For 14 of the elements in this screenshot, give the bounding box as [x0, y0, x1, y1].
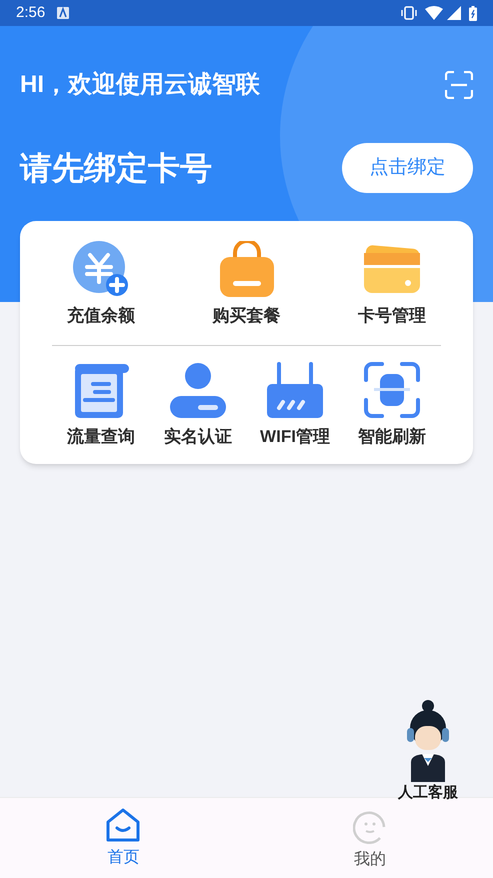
menu-item[interactable]: 智能刷新	[358, 424, 426, 449]
status-time: 2:56	[16, 2, 46, 23]
support-label[interactable]: 人工客服	[398, 782, 458, 804]
menu-item[interactable]: WIFI管理	[260, 424, 330, 449]
menu-item[interactable]: 流量查询	[67, 424, 135, 449]
nav-tab[interactable]: 首页	[107, 846, 140, 870]
menu-item[interactable]: 实名认证	[164, 424, 232, 449]
menu-item[interactable]: 卡号管理	[358, 303, 426, 328]
bind-button[interactable]: 点击绑定	[342, 143, 473, 193]
menu-item[interactable]: 购买套餐	[212, 303, 280, 328]
nav-tab[interactable]: 我的	[354, 848, 386, 872]
bind-prompt: 请先绑定卡号	[20, 149, 212, 188]
menu-item[interactable]: 充值余额	[67, 303, 135, 328]
greeting-text: HI，欢迎使用云诚智联	[20, 70, 260, 100]
